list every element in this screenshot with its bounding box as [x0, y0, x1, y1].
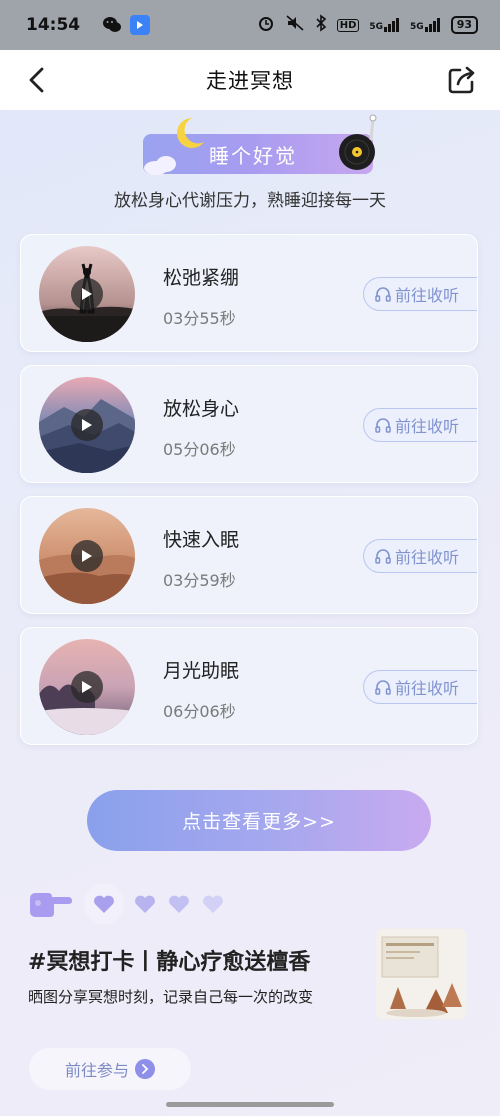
headphones-icon [375, 680, 391, 695]
heart-icon [203, 895, 223, 913]
track-duration: 06分06秒 [163, 702, 236, 721]
signal-icon-2: 5G [410, 18, 441, 32]
share-button[interactable] [446, 64, 478, 96]
track-name: 快速入眠 [163, 529, 240, 551]
bluetooth-icon [315, 14, 327, 36]
status-time: 14:54 [26, 15, 81, 35]
listen-label: 前往收听 [395, 679, 460, 698]
back-button[interactable] [22, 64, 52, 96]
checkin-title: #冥想打卡丨静心疗愈送檀香 [28, 950, 311, 975]
incense-product-image [375, 928, 467, 1020]
track-card[interactable]: 月光助眠 06分06秒 前往收听 [20, 627, 478, 745]
listen-label: 前往收听 [395, 417, 460, 436]
listen-button[interactable]: 前往收听 [363, 277, 477, 311]
banner-subtitle: 放松身心代谢压力，熟睡迎接每一天 [114, 191, 386, 211]
play-icon [82, 419, 92, 431]
play-button[interactable] [71, 540, 103, 572]
headphones-icon [375, 287, 391, 302]
join-button[interactable]: 前往参与 [29, 1048, 191, 1090]
hd-badge: HD [336, 18, 360, 32]
battery-indicator: 93 [450, 16, 478, 34]
pointing-hand-icon [30, 893, 72, 917]
play-icon [82, 550, 92, 562]
see-more-button[interactable]: 点击查看更多>> [87, 790, 431, 851]
track-duration: 05分06秒 [163, 440, 236, 459]
play-button[interactable] [71, 278, 103, 310]
listen-label: 前往收听 [395, 286, 460, 305]
status-bar: 14:54 HD 5G 5G 93 [0, 0, 500, 50]
heart-icon-active [84, 884, 124, 924]
listen-label: 前往收听 [395, 548, 460, 567]
home-indicator[interactable] [166, 1102, 334, 1107]
track-card[interactable]: 快速入眠 03分59秒 前往收听 [20, 496, 478, 614]
nav-bar: 走进冥想 [0, 50, 500, 110]
listen-button[interactable]: 前往收听 [363, 408, 477, 442]
track-duration: 03分55秒 [163, 309, 236, 328]
heart-icon [169, 895, 189, 913]
track-card[interactable]: 松弛紧绷 03分55秒 前往收听 [20, 234, 478, 352]
vinyl-record-icon [339, 114, 377, 170]
headphones-icon [375, 418, 391, 433]
banner-title: 睡个好觉 [209, 143, 297, 168]
share-icon [448, 66, 475, 94]
listen-button[interactable]: 前往收听 [363, 670, 477, 704]
track-name: 放松身心 [163, 398, 240, 420]
mute-icon [285, 14, 305, 36]
track-name: 月光助眠 [163, 660, 240, 682]
listen-button[interactable]: 前往收听 [363, 539, 477, 573]
checkin-decoration [28, 882, 224, 926]
alarm-icon [257, 14, 275, 36]
moon-icon [177, 118, 204, 148]
checkin-description: 晒图分享冥想时刻，记录自己每一次的改变 [28, 988, 314, 1006]
play-button[interactable] [71, 671, 103, 703]
wechat-icon [102, 15, 122, 35]
chevron-right-icon [135, 1059, 155, 1079]
join-label: 前往参与 [64, 1061, 129, 1080]
track-duration: 03分59秒 [163, 571, 236, 590]
play-button[interactable] [71, 409, 103, 441]
signal-icon-1: 5G [369, 18, 400, 32]
play-icon [82, 288, 92, 300]
headphones-icon [375, 549, 391, 564]
play-icon [82, 681, 92, 693]
heart-icon [135, 895, 155, 913]
chevron-left-icon [29, 67, 44, 93]
page-title: 走进冥想 [206, 69, 294, 93]
app-notification-icon [130, 15, 151, 35]
cloud-icon [144, 156, 176, 175]
track-name: 松弛紧绷 [163, 267, 240, 289]
track-card[interactable]: 放松身心 05分06秒 前往收听 [20, 365, 478, 483]
